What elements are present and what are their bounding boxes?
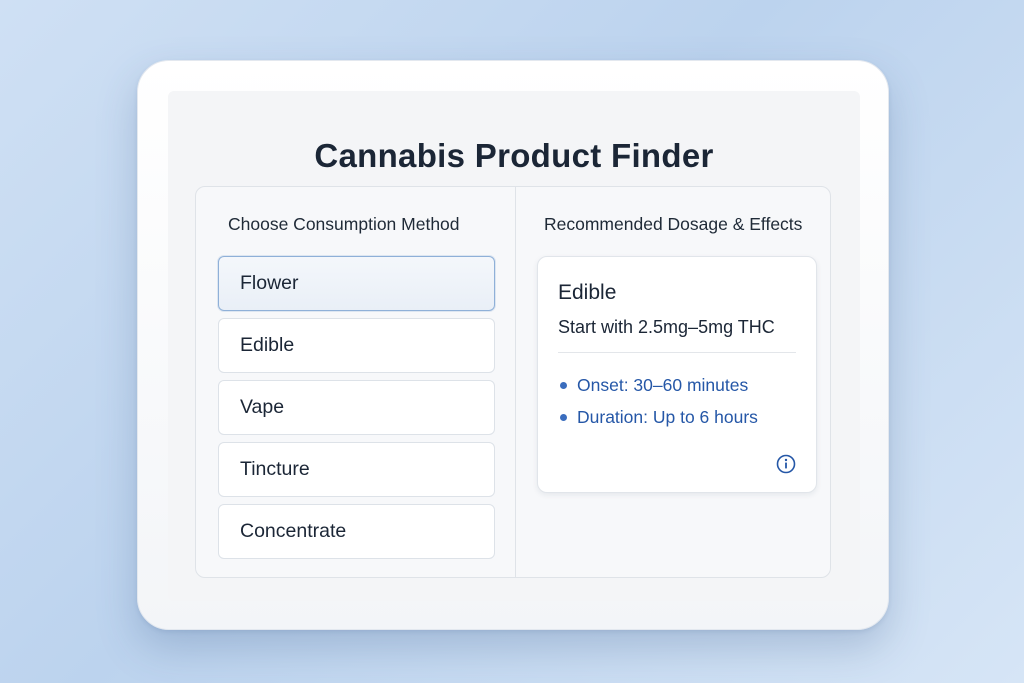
- method-option-label: Edible: [240, 334, 295, 356]
- method-heading: Choose Consumption Method: [228, 214, 460, 234]
- effect-item-onset: Onset: 30–60 minutes: [558, 369, 758, 401]
- dosage-card: Edible Start with 2.5mg–5mg THC Onset: 3…: [537, 256, 817, 493]
- method-list: Flower Edible Vape Tincture Concentrate: [218, 256, 495, 566]
- method-option-edible[interactable]: Edible: [218, 318, 495, 373]
- method-option-concentrate[interactable]: Concentrate: [218, 504, 495, 559]
- dosage-card-title: Edible: [558, 281, 617, 304]
- method-option-vape[interactable]: Vape: [218, 380, 495, 435]
- bullet-icon: [560, 381, 567, 389]
- method-option-label: Concentrate: [240, 520, 347, 542]
- method-option-label: Flower: [240, 272, 299, 294]
- page-title: Cannabis Product Finder: [314, 137, 714, 174]
- effect-text: Onset: 30–60 minutes: [577, 374, 749, 395]
- dosage-heading: Recommended Dosage & Effects: [544, 214, 803, 234]
- finder-panel: Choose Consumption Method Flower Edible …: [195, 186, 831, 578]
- info-icon[interactable]: [776, 454, 796, 474]
- effects-list: Onset: 30–60 minutes Duration: Up to 6 h…: [558, 369, 758, 433]
- method-option-tincture[interactable]: Tincture: [218, 442, 495, 497]
- effect-text: Duration: Up to 6 hours: [577, 406, 758, 427]
- bullet-icon: [560, 413, 567, 421]
- method-option-label: Vape: [240, 396, 285, 418]
- method-option-flower[interactable]: Flower: [218, 256, 495, 311]
- card-divider: [558, 352, 796, 353]
- column-divider: [515, 187, 516, 577]
- method-option-label: Tincture: [240, 458, 310, 480]
- effect-item-duration: Duration: Up to 6 hours: [558, 401, 758, 433]
- dosage-recommendation: Start with 2.5mg–5mg THC: [558, 317, 775, 337]
